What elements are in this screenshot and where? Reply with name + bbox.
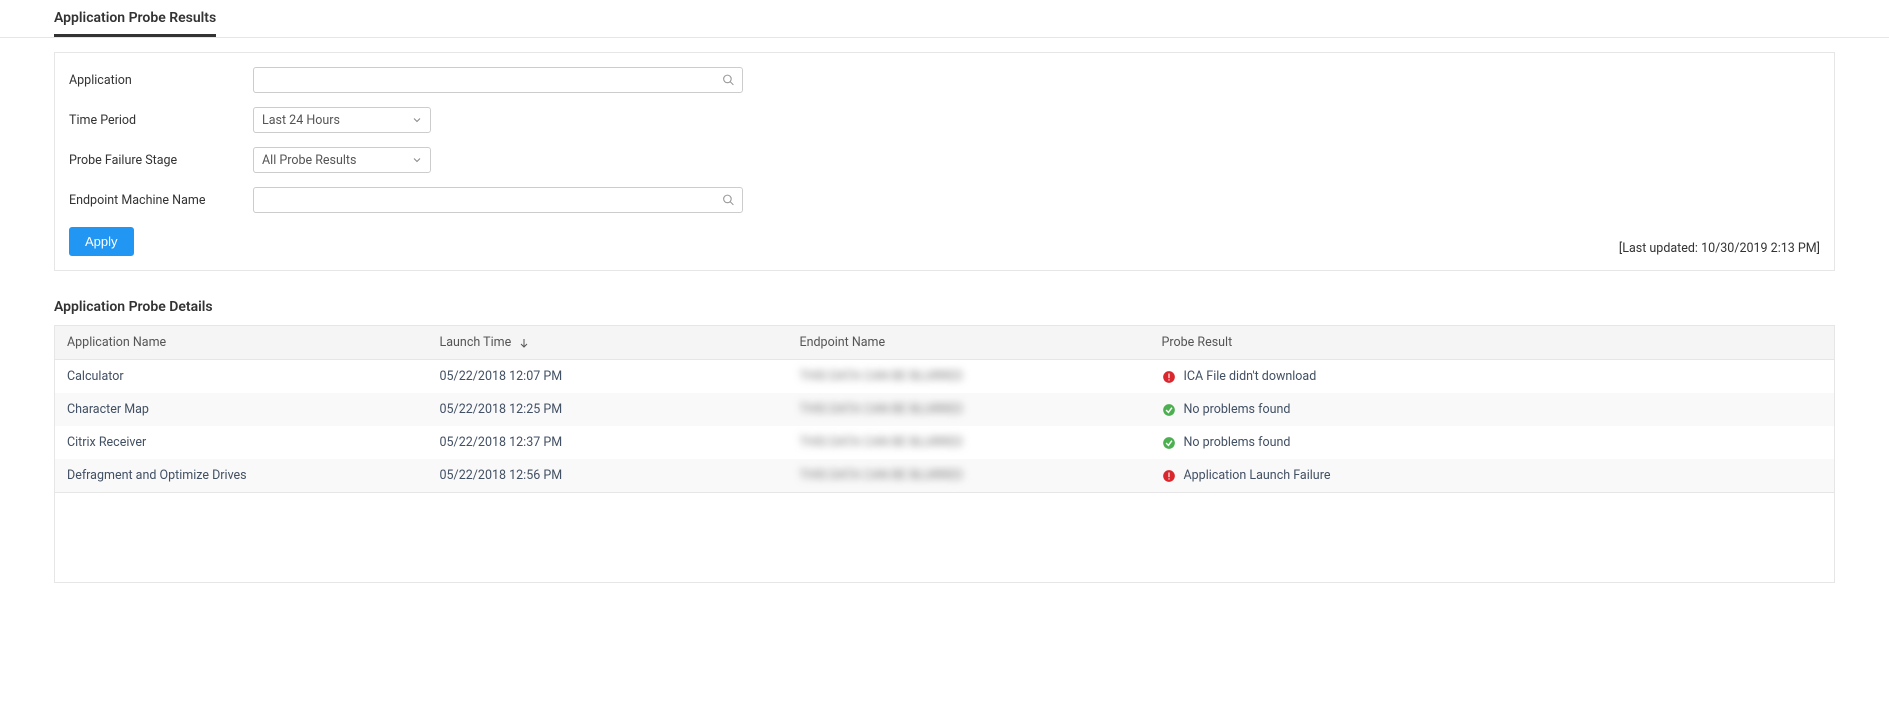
- table-row[interactable]: Character Map05/22/2018 12:25 PM THIS DAT…: [55, 393, 1835, 426]
- col-header-probe-result[interactable]: Probe Result: [1150, 326, 1835, 360]
- table-row[interactable]: Citrix Receiver05/22/2018 12:37 PM THIS D…: [55, 426, 1835, 459]
- application-input[interactable]: [253, 67, 743, 93]
- cell-app-name: Calculator: [55, 360, 428, 394]
- blurred-text: THIS DATA CAN BE BLURRED: [800, 402, 963, 417]
- cell-launch-time: 05/22/2018 12:07 PM: [428, 360, 788, 394]
- tab-application-probe-results[interactable]: Application Probe Results: [54, 0, 216, 37]
- sort-descending-icon: [518, 337, 530, 349]
- apply-label: Apply: [85, 234, 118, 249]
- cell-launch-time: 05/22/2018 12:37 PM: [428, 426, 788, 459]
- endpoint-input[interactable]: [253, 187, 743, 213]
- col-header-label: Endpoint Name: [800, 335, 886, 350]
- cell-endpoint-name: THIS DATA CAN BE BLURRED: [788, 393, 1150, 426]
- blurred-text: THIS DATA CAN BE BLURRED: [800, 369, 963, 384]
- probe-failure-value: All Probe Results: [262, 153, 356, 168]
- col-header-app-name[interactable]: Application Name: [55, 326, 428, 360]
- apply-button[interactable]: Apply: [69, 227, 134, 256]
- success-icon: [1162, 403, 1176, 417]
- probe-failure-label: Probe Failure Stage: [69, 153, 253, 168]
- cell-probe-result: Application Launch Failure: [1150, 459, 1835, 493]
- success-icon: [1162, 436, 1176, 450]
- table-header-row: Application Name Launch Time Endpoint Na…: [55, 326, 1835, 360]
- error-icon: [1162, 469, 1176, 483]
- application-search-wrap: [253, 67, 743, 93]
- cell-launch-time: 05/22/2018 12:25 PM: [428, 393, 788, 426]
- search-icon[interactable]: [722, 194, 735, 207]
- cell-probe-result: No problems found: [1150, 393, 1835, 426]
- col-header-label: Probe Result: [1162, 335, 1233, 350]
- probe-result-text: ICA File didn't download: [1184, 369, 1317, 384]
- filter-row-probe-failure: Probe Failure Stage All Probe Results: [69, 147, 1820, 173]
- tab-label: Application Probe Results: [54, 10, 216, 26]
- filter-row-endpoint: Endpoint Machine Name: [69, 187, 1820, 213]
- col-header-label: Application Name: [67, 335, 166, 350]
- cell-endpoint-name: THIS DATA CAN BE BLURRED: [788, 426, 1150, 459]
- time-period-label: Time Period: [69, 113, 253, 128]
- cell-app-name: Character Map: [55, 393, 428, 426]
- cell-app-name: Defragment and Optimize Drives: [55, 459, 428, 493]
- table-row[interactable]: Defragment and Optimize Drives05/22/2018…: [55, 459, 1835, 493]
- col-header-label: Launch Time: [440, 335, 512, 350]
- cell-launch-time: 05/22/2018 12:56 PM: [428, 459, 788, 493]
- cell-probe-result: ICA File didn't download: [1150, 360, 1835, 394]
- cell-endpoint-name: THIS DATA CAN BE BLURRED: [788, 360, 1150, 394]
- table-empty-area: [54, 493, 1835, 583]
- probe-result-text: No problems found: [1184, 435, 1291, 450]
- filter-panel: Application Time Period Last 24 Hours Pr…: [54, 52, 1835, 271]
- search-icon[interactable]: [722, 74, 735, 87]
- time-period-value: Last 24 Hours: [262, 113, 340, 128]
- cell-probe-result: No problems found: [1150, 426, 1835, 459]
- time-period-select-wrap: Last 24 Hours: [253, 107, 431, 133]
- blurred-text: THIS DATA CAN BE BLURRED: [800, 435, 963, 450]
- application-label: Application: [69, 73, 253, 88]
- table-row[interactable]: Calculator05/22/2018 12:07 PM THIS DATA C…: [55, 360, 1835, 394]
- filter-row-time-period: Time Period Last 24 Hours: [69, 107, 1820, 133]
- tab-header: Application Probe Results: [0, 0, 1889, 38]
- endpoint-label: Endpoint Machine Name: [69, 193, 253, 208]
- probe-details-table: Application Name Launch Time Endpoint Na…: [54, 325, 1835, 493]
- details-section: Application Probe Details Application Na…: [54, 299, 1835, 583]
- endpoint-search-wrap: [253, 187, 743, 213]
- time-period-select[interactable]: Last 24 Hours: [253, 107, 431, 133]
- probe-result-text: Application Launch Failure: [1184, 468, 1331, 483]
- error-icon: [1162, 370, 1176, 384]
- probe-failure-select[interactable]: All Probe Results: [253, 147, 431, 173]
- details-title: Application Probe Details: [54, 299, 1835, 315]
- last-updated-text: [Last updated: 10/30/2019 2:13 PM]: [1619, 241, 1820, 256]
- col-header-launch-time[interactable]: Launch Time: [428, 326, 788, 360]
- col-header-endpoint-name[interactable]: Endpoint Name: [788, 326, 1150, 360]
- cell-app-name: Citrix Receiver: [55, 426, 428, 459]
- filter-row-application: Application: [69, 67, 1820, 93]
- probe-result-text: No problems found: [1184, 402, 1291, 417]
- blurred-text: THIS DATA CAN BE BLURRED: [800, 468, 963, 483]
- cell-endpoint-name: THIS DATA CAN BE BLURRED: [788, 459, 1150, 493]
- probe-failure-select-wrap: All Probe Results: [253, 147, 431, 173]
